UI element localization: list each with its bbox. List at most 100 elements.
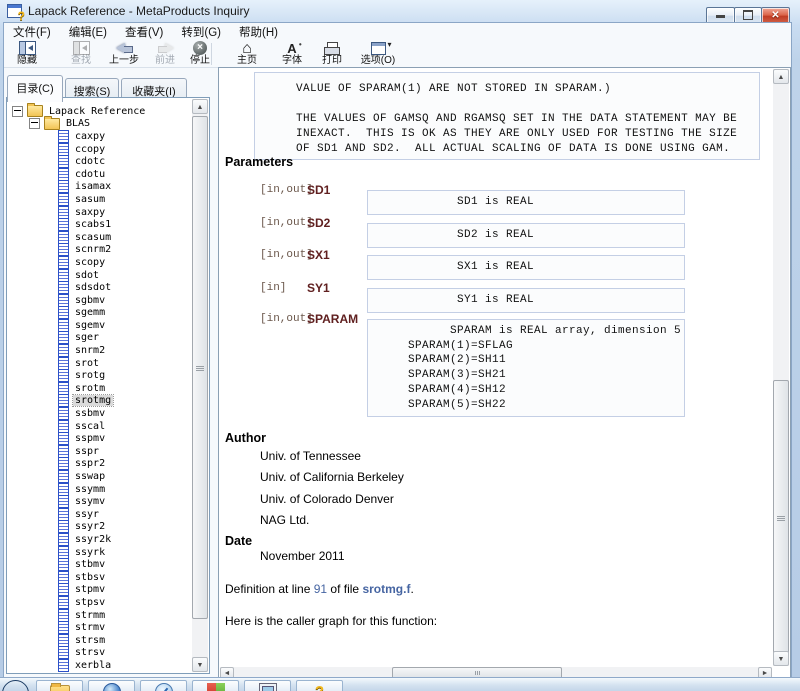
menu-edit[interactable]: 编辑(E) — [60, 22, 116, 42]
param-name: SD2 — [307, 216, 331, 230]
menu-help[interactable]: 帮助(H) — [230, 22, 287, 42]
tree-item[interactable]: sswap — [8, 470, 192, 484]
document-icon — [58, 230, 69, 244]
tree-item[interactable]: strsv — [8, 646, 192, 660]
document-icon — [58, 331, 69, 345]
taskbar-button-browser[interactable] — [140, 680, 187, 691]
tree-item[interactable]: sspr — [8, 444, 192, 458]
document-icon — [58, 545, 69, 559]
scroll-up-icon[interactable]: ▲ — [773, 69, 789, 84]
content-scroll-thumb[interactable] — [773, 380, 789, 655]
tree-item[interactable]: cdotc — [8, 155, 192, 169]
code-block: VALUE OF SPARAM(1) ARE NOT STORED IN SPA… — [254, 72, 760, 160]
tree-item[interactable]: scnrm2 — [8, 243, 192, 257]
menu-view[interactable]: 查看(V) — [116, 22, 172, 42]
tree-group-blas[interactable]: BLAS — [8, 115, 192, 131]
document-icon — [58, 142, 69, 156]
param-name: SX1 — [307, 248, 330, 262]
window-title: Lapack Reference - MetaProducts Inquiry — [28, 4, 250, 18]
tree-item[interactable]: sspr2 — [8, 457, 192, 471]
tree-item[interactable]: sspmv — [8, 432, 192, 446]
tree-item[interactable]: ccopy — [8, 142, 192, 156]
tree-item[interactable]: sscal — [8, 419, 192, 433]
topic-content-pane: VALUE OF SPARAM(1) ARE NOT STORED IN SPA… — [218, 67, 791, 681]
document-icon — [58, 608, 69, 622]
taskbar-button-folder[interactable] — [36, 680, 83, 691]
start-button[interactable] — [2, 680, 29, 691]
menu-goto[interactable]: 转到(G) — [172, 22, 230, 42]
options-icon — [370, 40, 392, 55]
definition-text: Definition at line — [225, 582, 314, 596]
tree-item[interactable]: stpsv — [8, 595, 192, 609]
scroll-down-icon[interactable]: ▼ — [192, 657, 208, 672]
tree-item[interactable]: sgemm — [8, 306, 192, 320]
document-icon — [58, 570, 69, 584]
tree-item[interactable]: scasum — [8, 230, 192, 244]
toolbar-button-hide[interactable]: 隐藏 — [6, 41, 48, 67]
tree-item[interactable]: cdotu — [8, 167, 192, 181]
tree-item[interactable]: sdot — [8, 268, 192, 282]
tree-item[interactable]: stbsv — [8, 570, 192, 584]
tree-item[interactable]: snrm2 — [8, 344, 192, 358]
tree-item[interactable]: ssyrk — [8, 545, 192, 559]
tree-item[interactable]: srotm — [8, 381, 192, 395]
toolbar-separator — [211, 43, 212, 65]
tree-item[interactable]: scopy — [8, 255, 192, 269]
tree-item[interactable]: sger — [8, 331, 192, 345]
tree-item[interactable]: strmm — [8, 608, 192, 622]
tree-item[interactable]: ssbmv — [8, 407, 192, 421]
tree-item[interactable]: ssyr2k — [8, 532, 192, 546]
tree-item[interactable]: srot — [8, 356, 192, 370]
taskbar-button-help[interactable] — [296, 680, 343, 691]
tree-item[interactable]: srotmg — [8, 394, 192, 408]
author-list: Univ. of Tennessee Univ. of California B… — [260, 449, 404, 535]
source-file-link[interactable]: srotmg.f — [362, 582, 410, 596]
tab-contents[interactable]: 目录(C) — [7, 75, 63, 102]
tree-item[interactable]: xerbla — [8, 658, 192, 672]
toolbar-button-print[interactable]: 打印 — [314, 41, 350, 67]
taskbar-button-internet-explorer[interactable] — [88, 680, 135, 691]
content-vertical-scrollbar[interactable]: ▲ ▼ — [773, 69, 789, 666]
tree-item[interactable]: ssyr2 — [8, 520, 192, 534]
document-view: VALUE OF SPARAM(1) ARE NOT STORED IN SPA… — [220, 68, 772, 666]
title-bar[interactable]: ? Lapack Reference - MetaProducts Inquir… — [0, 0, 800, 22]
tree-item[interactable]: stbmv — [8, 558, 192, 572]
tree-root[interactable]: Lapack Reference — [8, 103, 192, 118]
taskbar-button-app[interactable] — [192, 680, 239, 691]
tree-item[interactable]: ssymv — [8, 495, 192, 509]
tree-item[interactable]: strsm — [8, 633, 192, 647]
tree-item[interactable]: scabs1 — [8, 218, 192, 232]
tree-item[interactable]: sgbmv — [8, 293, 192, 307]
document-icon — [58, 432, 69, 446]
param-description-box: SPARAM is REAL array, dimension 5 SPARAM… — [367, 319, 685, 418]
font-icon — [287, 38, 302, 55]
tree-item[interactable]: caxpy — [8, 129, 192, 143]
line-number-link[interactable]: 91 — [314, 582, 327, 596]
tree-item[interactable]: sgemv — [8, 318, 192, 332]
document-icon — [58, 419, 69, 433]
menu-file[interactable]: 文件(F) — [4, 22, 60, 42]
document-icon — [58, 369, 69, 383]
tree-scrollbar[interactable]: ▲ ▼ — [192, 99, 208, 672]
scroll-down-icon[interactable]: ▼ — [773, 651, 789, 666]
tree-item[interactable]: saxpy — [8, 205, 192, 219]
tree-item[interactable]: sdsdot — [8, 281, 192, 295]
tree-item[interactable]: ssymm — [8, 482, 192, 496]
tree-item[interactable]: srotg — [8, 369, 192, 383]
toolbar-button-font[interactable]: 字体 — [274, 38, 310, 67]
tree-item[interactable]: sasum — [8, 192, 192, 206]
tree-scroll-thumb[interactable] — [192, 116, 208, 619]
tree-item[interactable]: ssyr — [8, 507, 192, 521]
collapse-icon[interactable] — [12, 105, 23, 117]
toolbar-button-home[interactable]: 主页 — [228, 41, 266, 67]
param-description-box: SY1 is REAL — [367, 288, 685, 313]
document-icon — [58, 595, 69, 609]
tree-item[interactable]: stpmv — [8, 583, 192, 597]
scroll-up-icon[interactable]: ▲ — [192, 99, 208, 114]
toolbar-button-back[interactable]: 上一步 — [102, 41, 146, 67]
tree-item[interactable]: strmv — [8, 621, 192, 635]
taskbar-button-window-app[interactable] — [244, 680, 291, 691]
tree-item[interactable]: isamax — [8, 180, 192, 194]
collapse-icon[interactable] — [29, 118, 40, 130]
toolbar-button-options[interactable]: 选项(O) — [352, 40, 404, 67]
